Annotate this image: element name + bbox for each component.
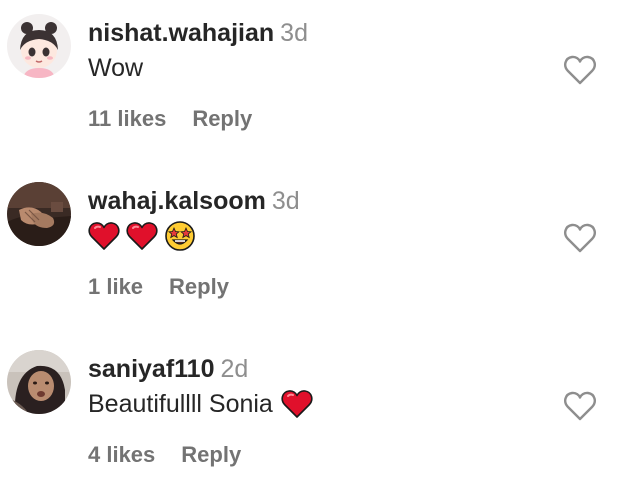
comment-actions: 11 likes Reply [88,105,252,133]
avatar[interactable] [7,350,71,414]
red-heart-icon [88,220,120,252]
star-struck-icon [164,220,196,252]
comment-item: saniyaf110 2d Beautifullll Sonia 4 likes R… [0,346,625,486]
red-heart-icon [126,220,158,252]
hands-photo-avatar-icon [7,182,71,246]
comment-actions: 1 like Reply [88,273,229,301]
comment-header: saniyaf110 2d [88,354,248,388]
reply-button[interactable]: Reply [169,274,229,299]
avatar[interactable] [7,14,71,78]
timestamp: 3d [271,187,300,215]
comment-actions: 4 likes Reply [88,441,241,469]
comment-text [88,220,202,252]
comment-header: nishat.wahajian 3d [88,18,308,52]
likes-count[interactable]: 4 likes [88,442,155,467]
avatar[interactable] [7,182,71,246]
timestamp: 3d [280,19,308,47]
comment-header: wahaj.kalsoom 3d [88,186,300,220]
comment-text: Wow [88,52,143,84]
like-heart-icon[interactable] [563,54,597,86]
comment-text-content: Wow [88,54,144,82]
reply-button[interactable]: Reply [181,442,241,467]
likes-count[interactable]: 1 like [88,274,143,299]
like-heart-icon[interactable] [563,390,597,422]
timestamp: 2d [220,355,249,383]
cartoon-girl-avatar-icon [7,14,71,78]
reply-button[interactable]: Reply [192,106,252,131]
woman-photo-avatar-icon [7,350,71,414]
likes-count[interactable]: 11 likes [88,106,166,131]
username-link[interactable]: wahaj.kalsoom [88,187,266,215]
username-link[interactable]: saniyaf110 [88,355,215,383]
like-heart-icon[interactable] [563,222,597,254]
comment-text-content: Beautifullll Sonia [88,390,273,418]
red-heart-icon [281,388,313,420]
comment-item: wahaj.kalsoom 3d 1 like Reply [0,178,625,318]
comment-text: Beautifullll Sonia [88,388,319,420]
comment-item: nishat.wahajian 3d Wow 11 likes Reply [0,10,625,150]
username-link[interactable]: nishat.wahajian [88,19,274,47]
